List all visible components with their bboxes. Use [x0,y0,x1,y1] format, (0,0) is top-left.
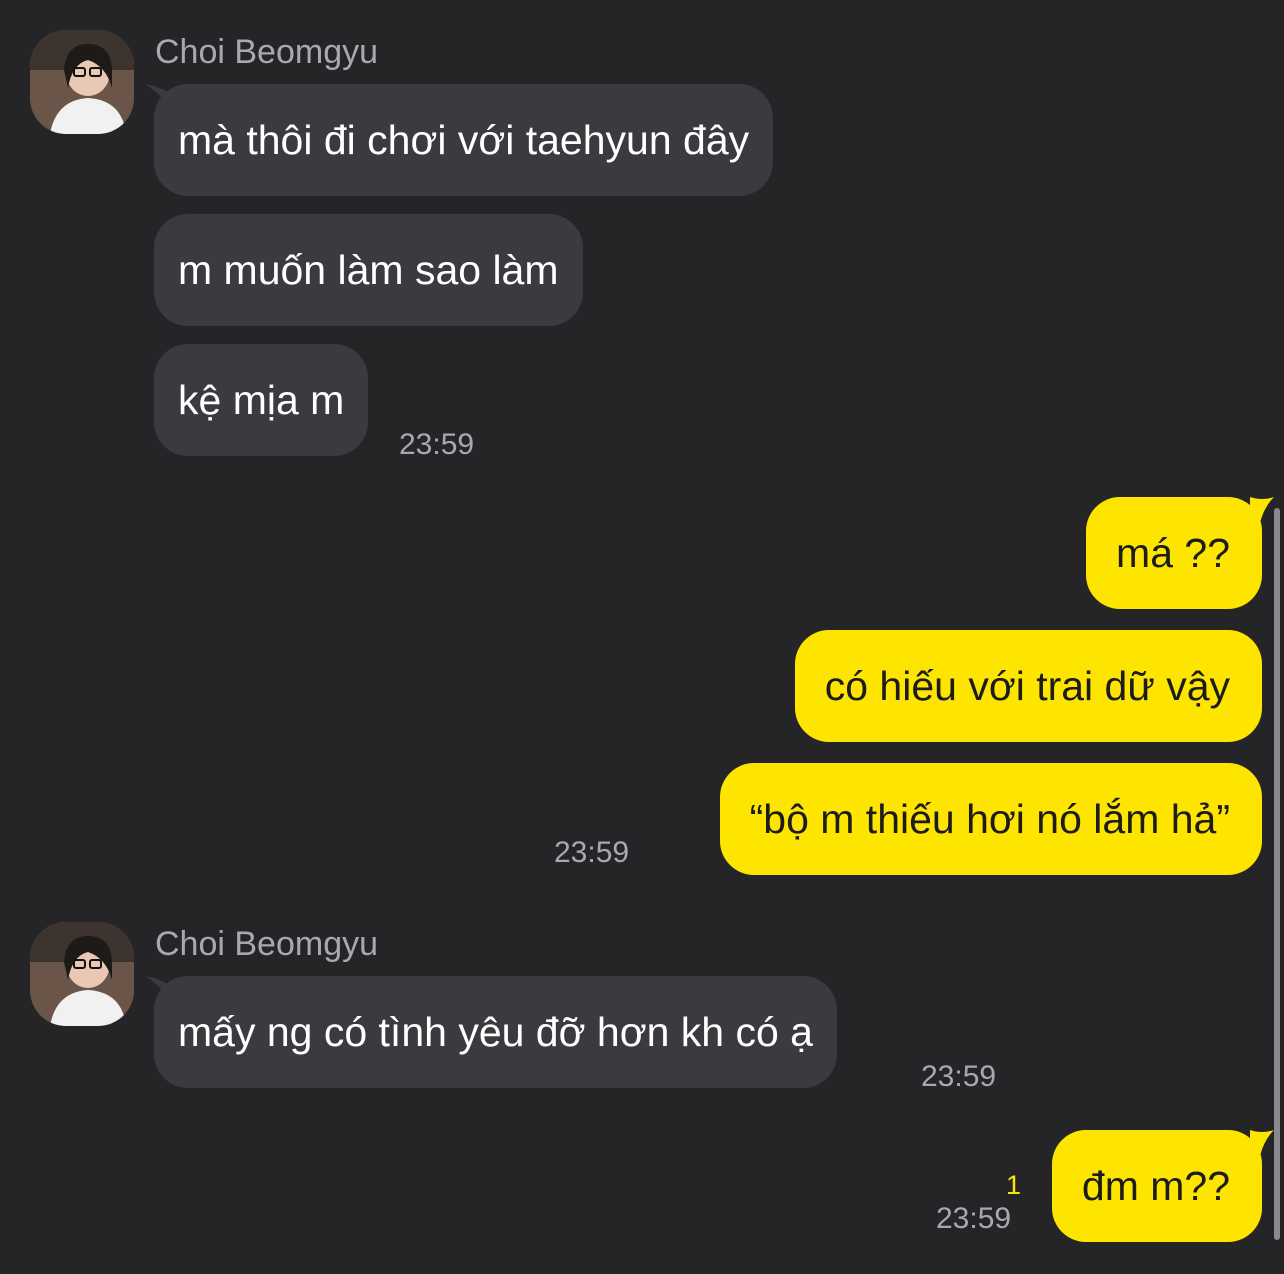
outgoing-message[interactable]: có hiếu với trai dữ vậy [794,630,1262,742]
sender-name: Choi Beomgyu [155,33,379,71]
outgoing-message[interactable]: “bộ m thiếu hơi nó lắm hả” [719,763,1262,875]
incoming-message[interactable]: m muốn làm sao làm [154,214,583,326]
scrollbar[interactable] [1274,508,1280,1240]
sender-name: Choi Beomgyu [155,925,379,963]
message-time: 23:59 [399,428,475,461]
bubble-tail [1250,1130,1274,1156]
outgoing-message[interactable]: má ?? [1086,497,1262,609]
incoming-message[interactable]: mấy ng có tình yêu đỡ hơn kh có ạ [154,976,837,1088]
message-time: 23:59 [921,1060,997,1093]
message-time: 23:59 [936,1202,1012,1235]
profile-photo-icon [30,30,134,134]
bubble-tail [1250,497,1274,523]
message-time: 23:59 [554,836,630,869]
unread-count: 1 [1006,1170,1022,1200]
profile-photo-icon [30,922,134,1026]
incoming-message[interactable]: mà thôi đi chơi với taehyun đây [154,84,774,196]
incoming-message[interactable]: kệ mịa m [154,344,369,456]
contact-avatar[interactable] [30,922,134,1026]
contact-avatar[interactable] [30,30,134,134]
outgoing-message[interactable]: đm m?? [1051,1130,1262,1242]
